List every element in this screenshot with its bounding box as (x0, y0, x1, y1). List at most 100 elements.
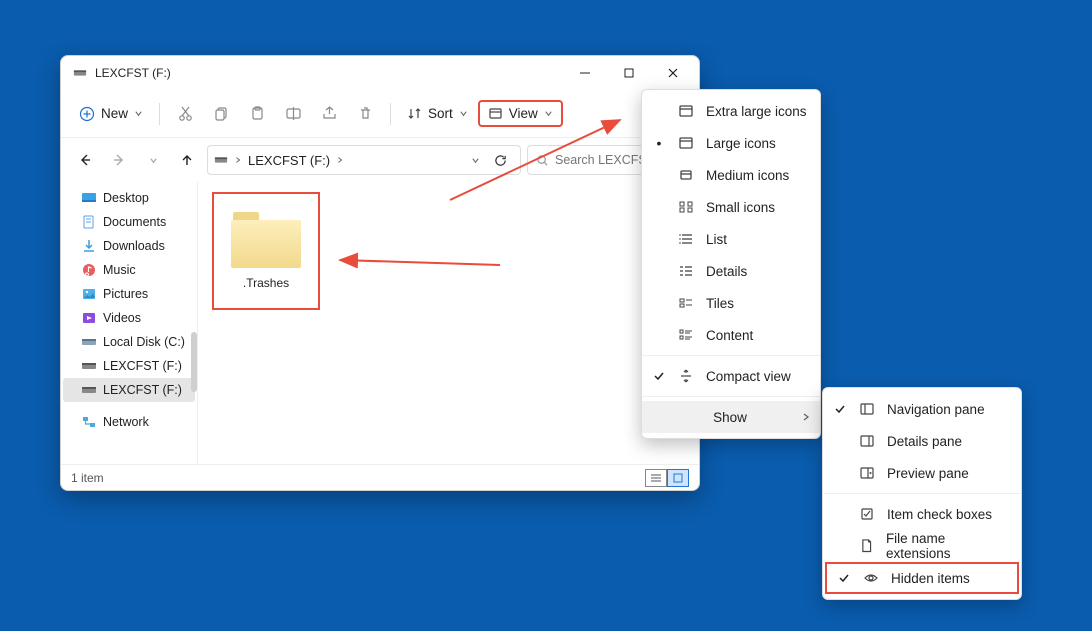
sidebar-item-downloads[interactable]: Downloads (63, 234, 195, 258)
network-icon (81, 414, 97, 430)
explorer-window: LEXCFST (F:) New Sort View (60, 55, 700, 491)
sidebar-item-lexcfst-2[interactable]: LEXCFST (F:) (63, 378, 195, 402)
chevron-right-icon (234, 156, 242, 164)
menu-item-hidden-items[interactable]: Hidden items (825, 562, 1019, 594)
downloads-icon (81, 238, 97, 254)
preview-pane-icon (859, 465, 875, 481)
tiles-icon (678, 295, 694, 311)
item-count: 1 item (71, 471, 104, 485)
sidebar-item-localdisk[interactable]: Local Disk (C:) (63, 330, 195, 354)
menu-item-show[interactable]: Show (642, 401, 820, 433)
menu-item-medium-icons[interactable]: Medium icons (642, 159, 820, 191)
sidebar-item-desktop[interactable]: Desktop (63, 186, 195, 210)
documents-icon (81, 214, 97, 230)
check-icon (837, 572, 851, 584)
new-button[interactable]: New (71, 102, 151, 126)
titlebar: LEXCFST (F:) (61, 56, 699, 90)
navbar: LEXCFST (F:) (61, 138, 699, 182)
check-boxes-icon (859, 506, 875, 522)
sidebar-item-videos[interactable]: Videos (63, 306, 195, 330)
drive-icon (81, 382, 97, 398)
separator (159, 103, 160, 125)
menu-item-large-icons[interactable]: Large icons (642, 127, 820, 159)
maximize-button[interactable] (607, 58, 651, 88)
delete-icon[interactable] (348, 98, 382, 130)
sidebar-item-lexcfst-1[interactable]: LEXCFST (F:) (63, 354, 195, 378)
menu-separator (823, 493, 1021, 494)
medium-icons-icon (678, 167, 694, 183)
show-submenu: Navigation pane Details pane Preview pan… (822, 387, 1022, 600)
recent-button[interactable] (139, 146, 167, 174)
close-button[interactable] (651, 58, 695, 88)
chevron-down-icon[interactable] (471, 156, 480, 165)
cut-icon[interactable] (168, 98, 202, 130)
menu-separator (642, 396, 820, 397)
menu-item-small-icons[interactable]: Small icons (642, 191, 820, 223)
check-icon (652, 370, 666, 382)
menu-item-list[interactable]: List (642, 223, 820, 255)
view-button[interactable]: View (478, 100, 563, 127)
sidebar-item-pictures[interactable]: Pictures (63, 282, 195, 306)
menu-separator (642, 355, 820, 356)
window-title: LEXCFST (F:) (95, 66, 563, 80)
details-pane-icon (859, 433, 875, 449)
view-label: View (509, 106, 538, 121)
folder-item-trashes[interactable]: .Trashes (212, 192, 320, 310)
toolbar: New Sort View (61, 90, 699, 138)
body: Desktop Documents Downloads Music Pictur… (61, 182, 699, 464)
music-icon (81, 262, 97, 278)
content-area: .Trashes (197, 182, 699, 464)
menu-item-preview-pane[interactable]: Preview pane (823, 457, 1021, 489)
hidden-items-icon (863, 570, 879, 586)
menu-item-content[interactable]: Content (642, 319, 820, 351)
sidebar-item-music[interactable]: Music (63, 258, 195, 282)
icons-layout-button[interactable] (667, 469, 689, 487)
new-label: New (101, 106, 128, 121)
compact-view-icon (678, 368, 694, 384)
menu-item-file-name-extensions[interactable]: File name extensions (823, 530, 1021, 562)
search-icon (536, 154, 549, 167)
navigation-pane-icon (859, 401, 875, 417)
drive-icon (73, 66, 87, 80)
details-layout-button[interactable] (645, 469, 667, 487)
menu-item-extra-large-icons[interactable]: Extra large icons (642, 95, 820, 127)
view-dropdown: Extra large icons Large icons Medium ico… (641, 89, 821, 439)
extra-large-icons-icon (678, 103, 694, 119)
separator (390, 103, 391, 125)
menu-item-tiles[interactable]: Tiles (642, 287, 820, 319)
drive-icon (81, 334, 97, 350)
sidebar-item-documents[interactable]: Documents (63, 210, 195, 234)
rename-icon[interactable] (276, 98, 310, 130)
folder-label: .Trashes (243, 276, 289, 290)
forward-button[interactable] (105, 146, 133, 174)
breadcrumb[interactable]: LEXCFST (F:) (207, 145, 521, 175)
menu-item-item-check-boxes[interactable]: Item check boxes (823, 498, 1021, 530)
back-button[interactable] (71, 146, 99, 174)
check-icon (833, 403, 847, 415)
share-icon[interactable] (312, 98, 346, 130)
drive-icon (214, 153, 228, 167)
large-icons-icon (678, 135, 694, 151)
menu-item-details-pane[interactable]: Details pane (823, 425, 1021, 457)
sort-label: Sort (428, 106, 453, 121)
desktop-icon (81, 190, 97, 206)
sidebar-item-network[interactable]: Network (63, 410, 195, 434)
content-icon (678, 327, 694, 343)
refresh-button[interactable] (486, 146, 514, 174)
videos-icon (81, 310, 97, 326)
small-icons-icon (678, 199, 694, 215)
up-button[interactable] (173, 146, 201, 174)
menu-item-navigation-pane[interactable]: Navigation pane (823, 393, 1021, 425)
statusbar: 1 item (61, 464, 699, 490)
details-icon (678, 263, 694, 279)
sidebar: Desktop Documents Downloads Music Pictur… (61, 182, 197, 464)
paste-icon[interactable] (240, 98, 274, 130)
list-icon (678, 231, 694, 247)
copy-icon[interactable] (204, 98, 238, 130)
extensions-icon (859, 538, 874, 554)
sort-button[interactable]: Sort (399, 102, 476, 125)
chevron-right-icon (802, 410, 810, 425)
menu-item-compact-view[interactable]: Compact view (642, 360, 820, 392)
minimize-button[interactable] (563, 58, 607, 88)
menu-item-details[interactable]: Details (642, 255, 820, 287)
